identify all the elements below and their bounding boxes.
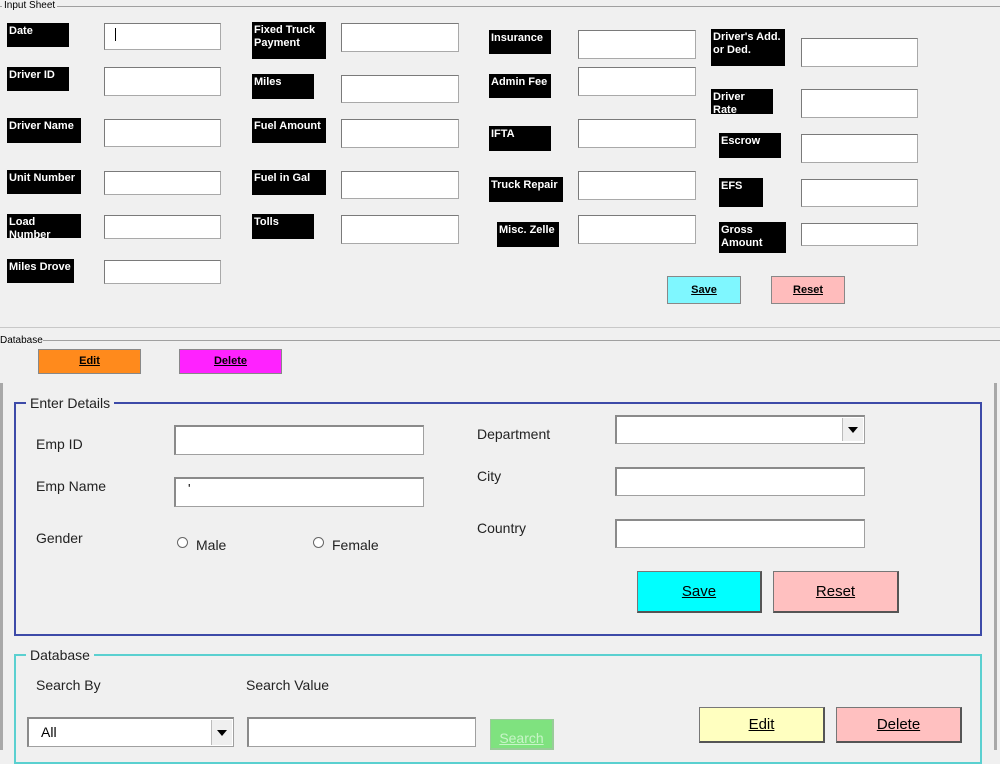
country-input[interactable] [615,519,865,548]
fuel-in-gal-label: Fuel in Gal [252,170,326,195]
db-delete-button[interactable]: Delete [836,707,962,743]
driver-name-input[interactable] [104,119,221,147]
fixed-truck-payment-input[interactable] [341,23,459,52]
driver-name-label: Driver Name [7,118,81,143]
window-right-edge [994,383,997,750]
db-edit-button[interactable]: Edit [699,707,825,743]
search-by-label: Search By [36,677,101,693]
country-label: Country [477,520,527,536]
tolls-input[interactable] [341,215,459,244]
escrow-input[interactable] [801,134,918,163]
male-radio[interactable] [177,537,188,548]
emp-name-input[interactable]: ' [174,477,424,507]
text-caret [115,28,116,41]
date-input[interactable] [104,23,221,50]
fuel-amount-input[interactable] [341,119,459,148]
database-group-title: Database [26,647,94,663]
male-label[interactable]: Male [196,537,226,553]
load-number-label: Load Number [7,214,81,241]
miles-input[interactable] [341,75,459,103]
miles-drove-label: Miles Drove [7,259,74,283]
input-sheet-title: Input Sheet [2,0,58,11]
gross-amount-input[interactable] [801,223,918,246]
drivers-add-or-ded-label: Driver's Add. or Ded. [711,29,785,66]
female-radio[interactable] [313,537,324,548]
load-number-input[interactable] [104,215,221,239]
fuel-amount-label: Fuel Amount [252,118,326,143]
search-by-select[interactable]: All [27,717,234,747]
fuel-in-gal-input[interactable] [341,171,459,199]
driver-rate-input[interactable] [801,89,918,118]
department-select[interactable] [615,415,865,444]
database-edit-button[interactable]: Edit [38,349,141,374]
efs-label: EFS [719,178,763,207]
gross-amount-label: Gross Amount [719,222,786,253]
escrow-label: Escrow [719,133,781,158]
miles-drove-input[interactable] [104,260,221,284]
details-save-button[interactable]: Save [637,571,762,613]
female-label[interactable]: Female [332,537,379,553]
enter-details-title: Enter Details [26,395,115,411]
truck-repair-input[interactable] [578,171,696,200]
ifta-input[interactable] [578,119,696,148]
emp-id-input[interactable] [174,425,424,455]
ifta-label: IFTA [489,126,551,151]
department-dropdown-button[interactable] [842,418,863,441]
search-by-value: All [41,724,57,740]
insurance-input[interactable] [578,30,696,59]
window-left-edge [0,383,3,750]
search-by-dropdown-button[interactable] [211,720,232,745]
fixed-truck-payment-label: Fixed Truck Payment [252,22,326,59]
database-bar-title: Database [0,335,43,346]
input-save-button[interactable]: Save [667,276,741,304]
truck-repair-label: Truck Repair [489,177,563,202]
unit-number-label: Unit Number [7,170,81,194]
chevron-down-icon [217,730,227,736]
chevron-down-icon [848,427,858,433]
driver-id-input[interactable] [104,67,221,96]
unit-number-input[interactable] [104,171,221,195]
city-input[interactable] [615,467,865,496]
misc-zelle-label: Misc. Zelle [497,222,559,247]
driver-id-label: Driver ID [7,67,69,91]
search-value-input[interactable] [247,717,476,747]
efs-input[interactable] [801,179,918,207]
input-reset-button[interactable]: Reset [771,276,845,304]
admin-fee-input[interactable] [578,67,696,96]
insurance-label: Insurance [489,30,551,54]
emp-id-label: Emp ID [36,436,83,452]
database-divider [0,340,1000,341]
details-reset-button[interactable]: Reset [773,571,899,613]
search-button[interactable]: Search [490,719,554,750]
search-value-label: Search Value [246,677,330,693]
admin-fee-label: Admin Fee [489,74,551,98]
emp-name-label: Emp Name [36,478,107,494]
date-label: Date [7,23,69,47]
misc-zelle-input[interactable] [578,215,696,244]
driver-rate-label: Driver Rate [711,89,773,116]
city-label: City [477,468,502,484]
gender-label: Gender [36,530,83,546]
miles-label: Miles [252,74,314,99]
drivers-add-or-ded-input[interactable] [801,38,918,67]
database-delete-button[interactable]: Delete [179,349,282,374]
department-label: Department [477,426,551,442]
tolls-label: Tolls [252,214,314,239]
